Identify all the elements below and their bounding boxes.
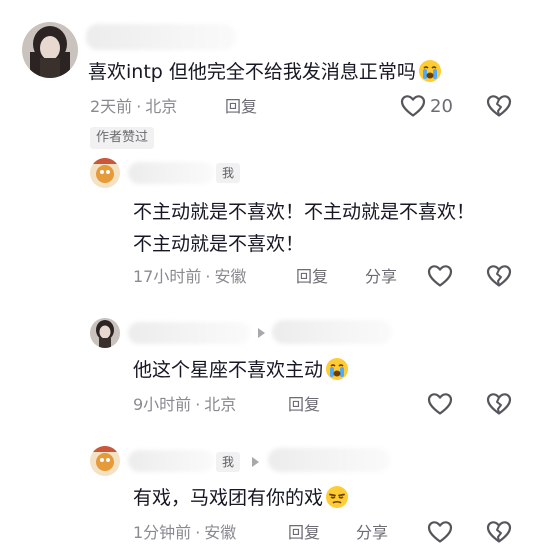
broken-heart-icon[interactable] bbox=[486, 520, 512, 544]
comment-text-line2: 不主动就是不喜欢！ bbox=[133, 233, 305, 255]
avatar-photo bbox=[90, 446, 120, 476]
avatar[interactable] bbox=[90, 318, 120, 348]
heart-outline-icon[interactable] bbox=[427, 264, 453, 288]
reply-arrow-icon bbox=[252, 457, 259, 467]
comment-time: 1分钟前 bbox=[133, 523, 192, 542]
author-liked-badge: 作者赞过 bbox=[90, 127, 155, 149]
heart-outline-icon[interactable] bbox=[400, 94, 426, 118]
username-redacted[interactable] bbox=[128, 162, 214, 184]
heart-outline-icon[interactable] bbox=[427, 520, 453, 544]
broken-heart-icon[interactable] bbox=[486, 392, 512, 416]
reply-button[interactable]: 回复 bbox=[288, 394, 320, 416]
comment-meta: 1分钟前 · 安徽 bbox=[133, 523, 237, 542]
avatar[interactable] bbox=[90, 446, 120, 476]
comment-text: 不主动就是不喜欢！不主动就是不喜欢！ bbox=[133, 201, 476, 223]
reply-arrow-icon bbox=[258, 328, 265, 338]
unamused-face-emoji bbox=[325, 485, 349, 509]
share-button[interactable]: 分享 bbox=[356, 522, 388, 544]
comment-location: 安徽 bbox=[204, 523, 237, 542]
avatar-photo bbox=[90, 158, 120, 188]
comment-meta: 9小时前 · 北京 bbox=[133, 395, 237, 414]
loudly-crying-face-emoji bbox=[325, 357, 349, 381]
avatar-photo bbox=[22, 22, 78, 78]
reply-button[interactable]: 回复 bbox=[288, 522, 320, 544]
broken-heart-icon[interactable] bbox=[486, 94, 512, 118]
comment-meta: 2天前 · 北京 bbox=[90, 97, 178, 116]
comment-text: 有戏，马戏团有你的戏 bbox=[133, 482, 349, 514]
avatar[interactable] bbox=[22, 22, 78, 78]
loudly-crying-face-emoji bbox=[418, 59, 442, 83]
comment-location: 北京 bbox=[204, 395, 237, 414]
comment-text: 喜欢intp 但他完全不给我发消息正常吗 bbox=[88, 56, 442, 88]
reply-button[interactable]: 回复 bbox=[296, 266, 328, 288]
broken-heart-icon[interactable] bbox=[486, 264, 512, 288]
reply-to-username-redacted[interactable] bbox=[268, 448, 390, 472]
share-button[interactable]: 分享 bbox=[365, 266, 397, 288]
comment-time: 9小时前 bbox=[133, 395, 192, 414]
comment-text: 他这个星座不喜欢主动 bbox=[133, 354, 349, 386]
username-redacted[interactable] bbox=[128, 450, 214, 472]
comment-time: 2天前 bbox=[90, 97, 133, 116]
reply-button[interactable]: 回复 bbox=[225, 96, 257, 118]
username-redacted[interactable] bbox=[86, 24, 236, 50]
me-badge: 我 bbox=[216, 163, 241, 183]
username-redacted[interactable] bbox=[128, 322, 250, 344]
avatar-photo bbox=[90, 318, 120, 348]
me-badge: 我 bbox=[216, 452, 241, 472]
like-count: 20 bbox=[430, 96, 453, 117]
reply-to-username-redacted[interactable] bbox=[272, 320, 392, 344]
heart-outline-icon[interactable] bbox=[427, 392, 453, 416]
comment-meta: 17小时前 · 安徽 bbox=[133, 267, 247, 286]
comment-location: 安徽 bbox=[214, 267, 247, 286]
comment-location: 北京 bbox=[145, 97, 178, 116]
comment-time: 17小时前 bbox=[133, 267, 202, 286]
avatar[interactable] bbox=[90, 158, 120, 188]
